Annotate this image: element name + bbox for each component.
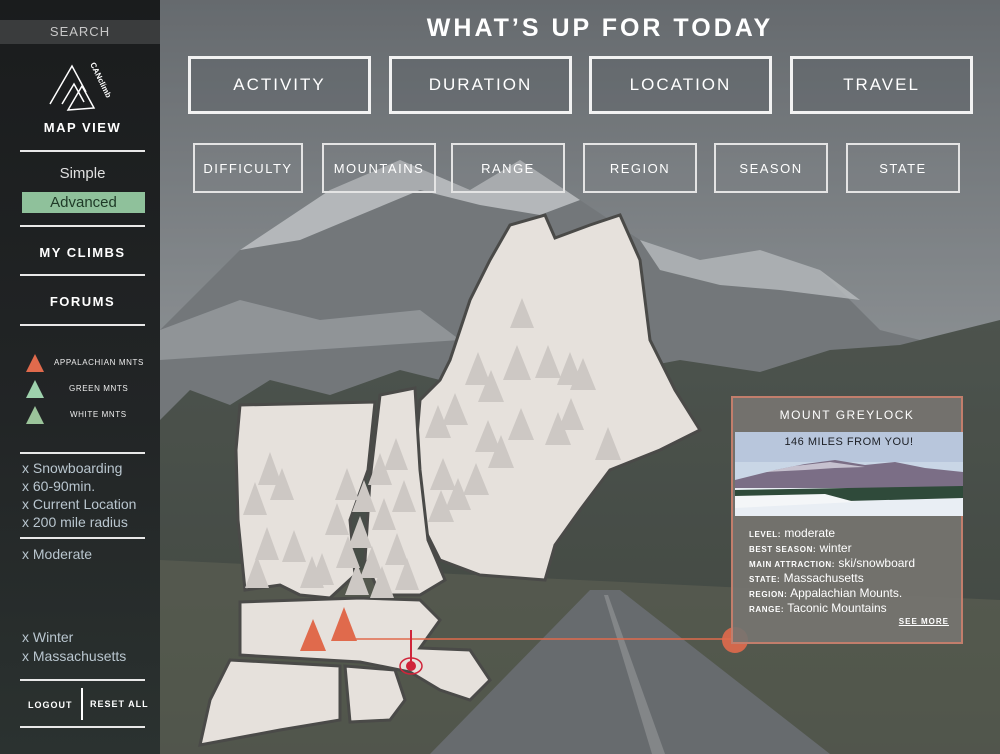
reset-all-button[interactable]: RESET ALL <box>90 699 149 709</box>
card-row-attraction: MAIN ATTRACTION: ski/snowboard <box>749 556 916 570</box>
filter-state-button[interactable]: STATE <box>846 143 960 193</box>
card-row-state: STATE: Massachusetts <box>749 571 864 585</box>
filter-mountains-button[interactable]: MOUNTAINS <box>322 143 436 193</box>
page-title: WHAT’S UP FOR TODAY <box>426 14 774 42</box>
filter-tag[interactable]: x Winter <box>22 628 73 647</box>
divider <box>20 679 145 681</box>
divider <box>20 726 145 728</box>
filter-tag[interactable]: x Current Location <box>22 495 136 514</box>
logo-icon: CANclimb <box>49 61 113 111</box>
card-row-season: BEST SEASON: winter <box>749 541 852 555</box>
filter-tag[interactable]: x Snowboarding <box>22 459 122 478</box>
triangle-icon <box>26 380 44 398</box>
logout-button[interactable]: LOGOUT <box>28 700 73 710</box>
triangle-icon <box>26 354 44 372</box>
card-row-range: RANGE: Taconic Mountains <box>749 601 887 615</box>
filter-season-button[interactable]: SEASON <box>714 143 828 193</box>
filter-difficulty-button[interactable]: DIFFICULTY <box>193 143 303 193</box>
nav-forums[interactable]: FORUMS <box>0 294 165 309</box>
filter-tag[interactable]: x Moderate <box>22 545 92 564</box>
mountain-photo: 146 MILES FROM YOU! <box>735 432 963 516</box>
app-logo: CANclimb <box>46 58 116 114</box>
triangle-icon <box>26 406 44 424</box>
filter-tag[interactable]: x Massachusetts <box>22 647 126 666</box>
divider <box>20 537 145 539</box>
mode-advanced[interactable]: Advanced <box>22 192 145 213</box>
divider <box>20 452 145 454</box>
filter-duration-button[interactable]: DURATION <box>389 56 572 114</box>
nav-my-climbs[interactable]: MY CLIMBS <box>0 245 165 260</box>
divider <box>20 274 145 276</box>
mountain-info-card: MOUNT GREYLOCK 146 MILES FROM YOU! LEVEL… <box>731 396 963 644</box>
legend-label: APPALACHIAN MNTS <box>54 358 144 367</box>
sidebar: SEARCH CANclimb MAP VIEW Simple Advanced… <box>0 0 160 754</box>
filter-tag[interactable]: x 60-90min. <box>22 477 95 496</box>
card-distance: 146 MILES FROM YOU! <box>784 436 914 448</box>
divider <box>20 225 145 227</box>
legend-label: GREEN MNTS <box>69 384 129 393</box>
card-row-level: LEVEL: moderate <box>749 526 836 540</box>
search-button[interactable]: SEARCH <box>0 20 160 44</box>
nav-map-view[interactable]: MAP VIEW <box>0 120 165 135</box>
svg-text:CANclimb: CANclimb <box>88 61 113 99</box>
filter-region-button[interactable]: REGION <box>583 143 697 193</box>
divider <box>20 324 145 326</box>
mode-simple[interactable]: Simple <box>20 165 145 182</box>
divider <box>20 150 145 152</box>
card-details: LEVEL: moderate BEST SEASON: winter MAIN… <box>749 526 915 616</box>
card-row-region: REGION: Appalachian Mounts. <box>749 586 903 600</box>
filter-range-button[interactable]: RANGE <box>451 143 565 193</box>
card-title: MOUNT GREYLOCK <box>779 408 915 422</box>
filter-location-button[interactable]: LOCATION <box>589 56 772 114</box>
state-rhode-island <box>343 664 407 724</box>
filter-activity-button[interactable]: ACTIVITY <box>188 56 371 114</box>
legend-label: WHITE MNTS <box>70 410 127 419</box>
see-more-link[interactable]: SEE MORE <box>899 617 949 626</box>
footer-separator <box>81 688 83 720</box>
filter-tag[interactable]: x 200 mile radius <box>22 513 128 532</box>
filter-travel-button[interactable]: TRAVEL <box>790 56 973 114</box>
